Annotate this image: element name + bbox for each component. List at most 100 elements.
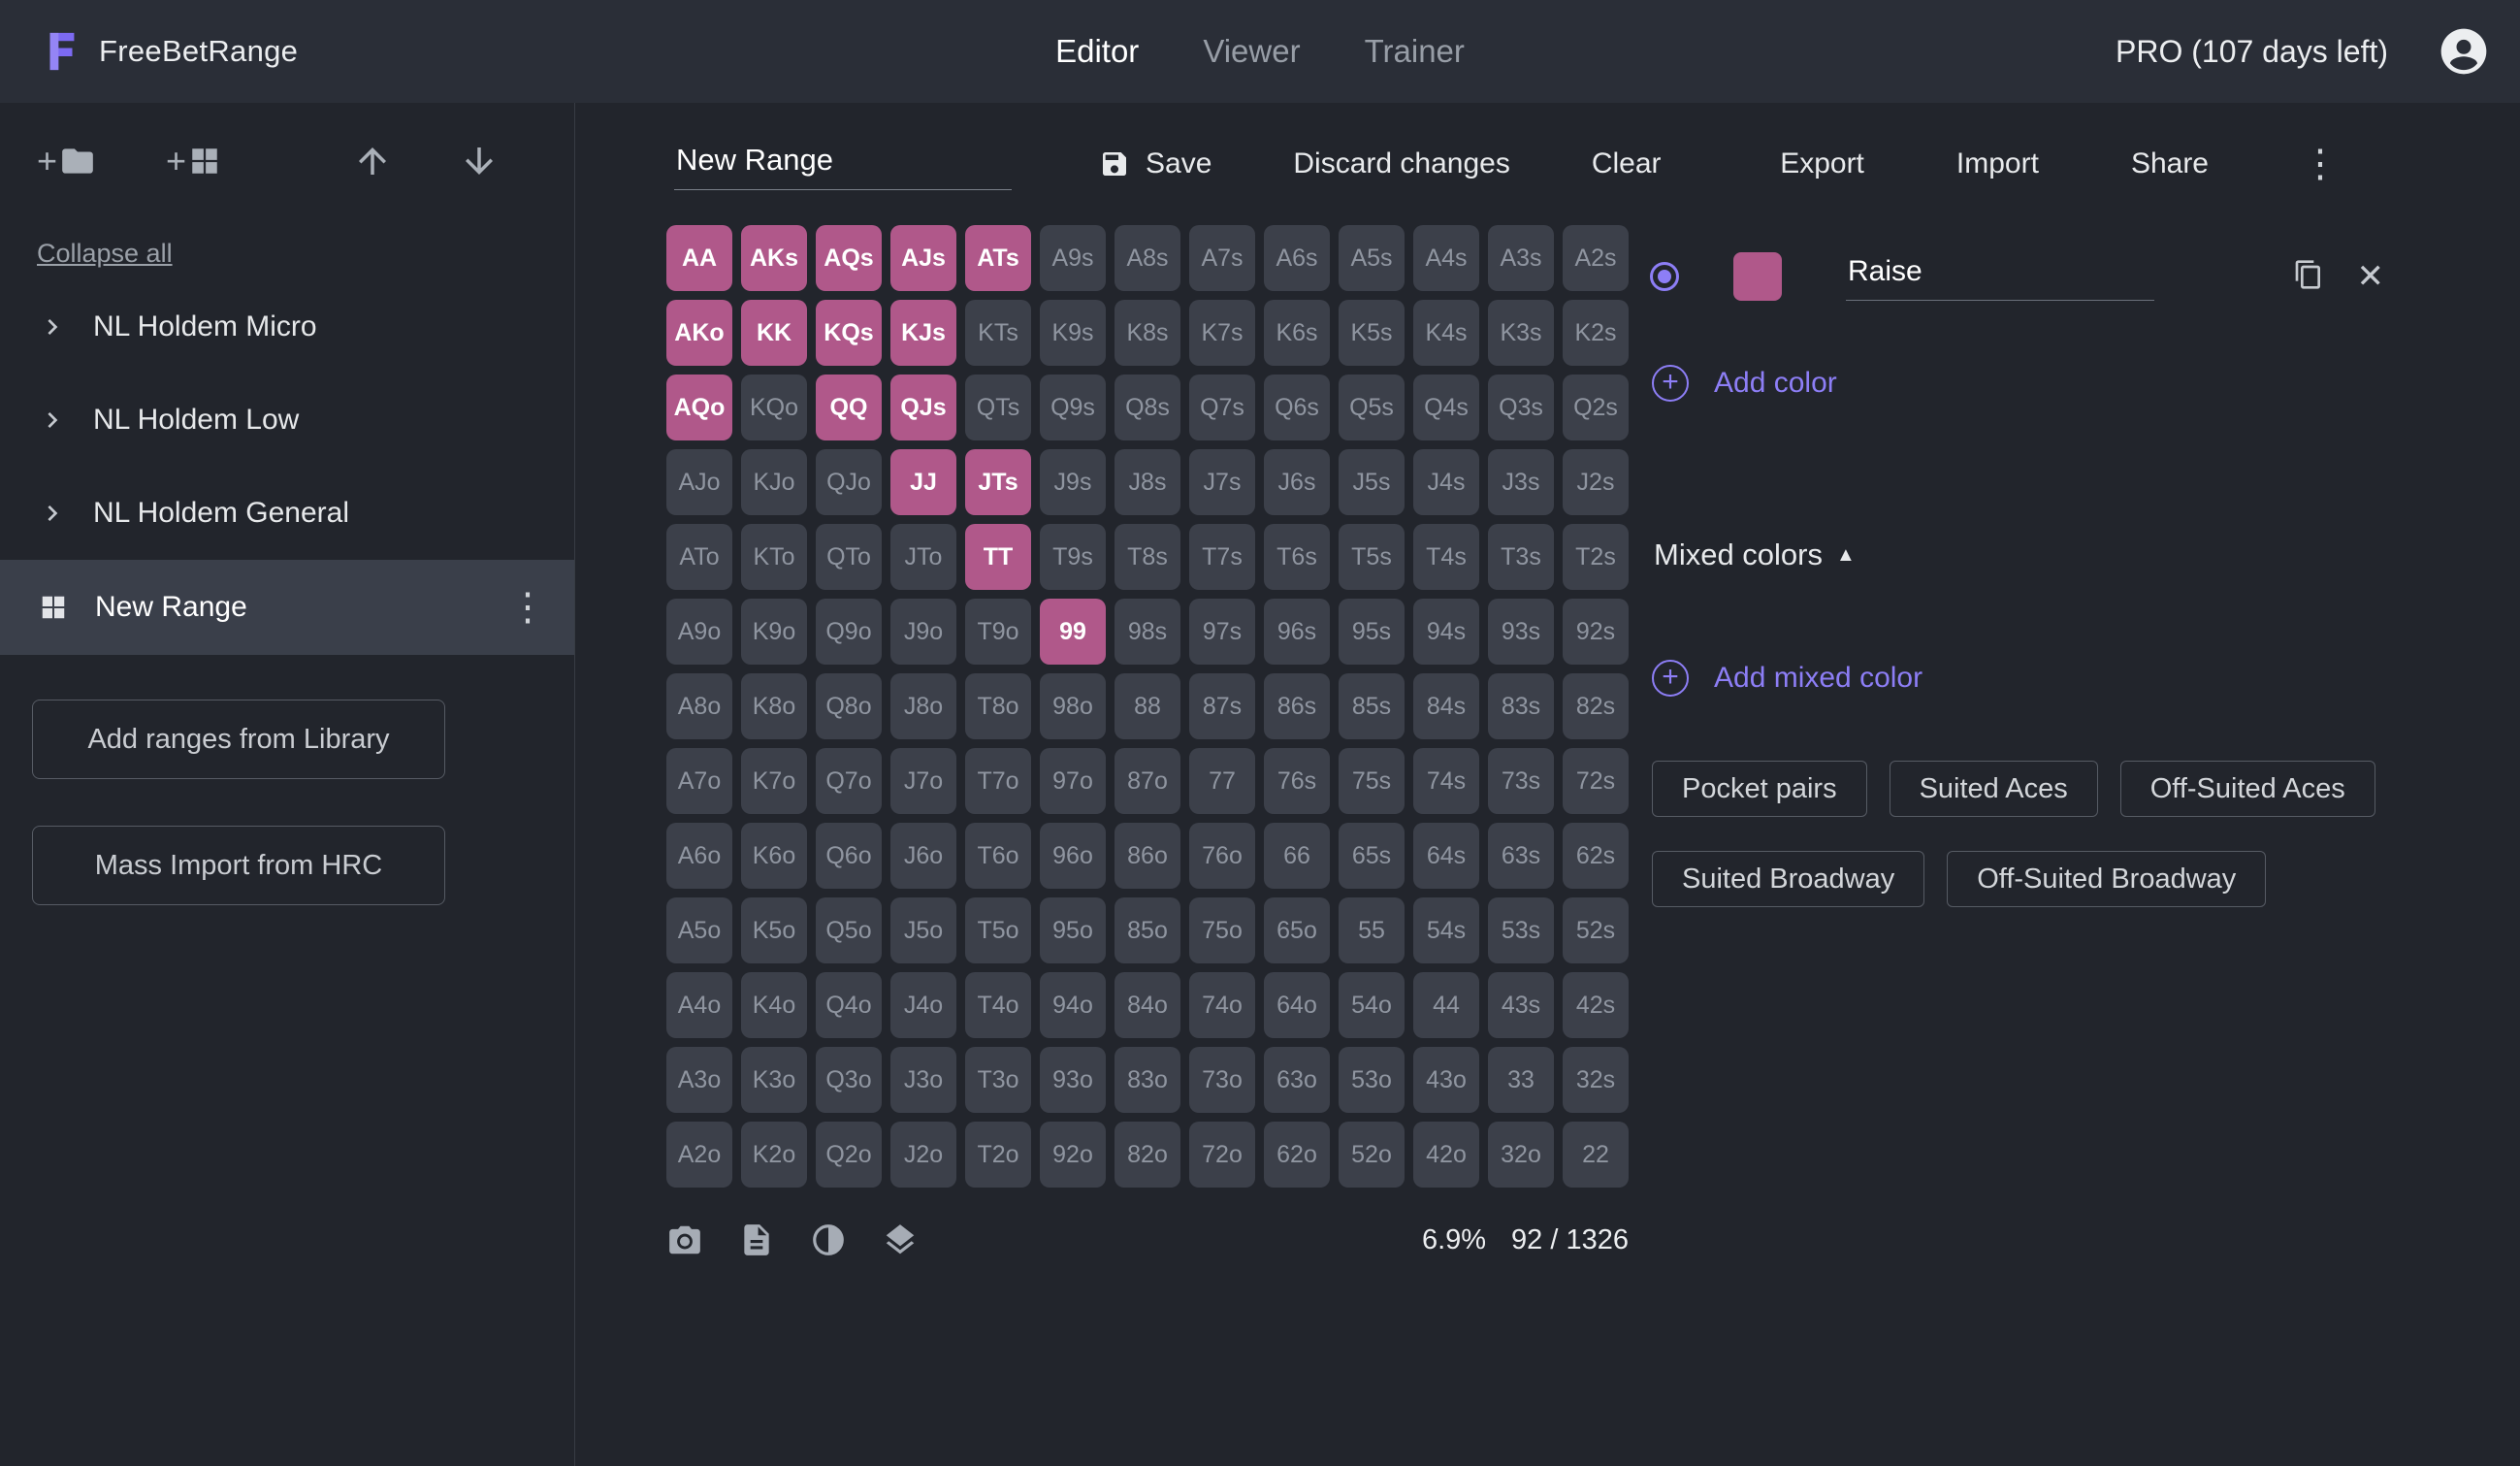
grid-cell-K2o[interactable]: K2o <box>741 1122 807 1188</box>
grid-cell-95s[interactable]: 95s <box>1339 599 1405 665</box>
grid-cell-T6o[interactable]: T6o <box>965 823 1031 889</box>
grid-cell-K3o[interactable]: K3o <box>741 1047 807 1113</box>
grid-cell-32o[interactable]: 32o <box>1488 1122 1554 1188</box>
grid-cell-66[interactable]: 66 <box>1264 823 1330 889</box>
app-logo[interactable]: FreeBetRange <box>39 29 298 74</box>
grid-cell-J3s[interactable]: J3s <box>1488 449 1554 515</box>
grid-cell-93s[interactable]: 93s <box>1488 599 1554 665</box>
color-radio[interactable] <box>1650 262 1679 291</box>
add-color-button[interactable]: + Add color <box>1642 365 2384 402</box>
move-down-button[interactable] <box>459 141 500 181</box>
grid-cell-Q7o[interactable]: Q7o <box>816 748 882 814</box>
grid-cell-T3o[interactable]: T3o <box>965 1047 1031 1113</box>
grid-cell-T8o[interactable]: T8o <box>965 673 1031 739</box>
grid-cell-97o[interactable]: 97o <box>1040 748 1106 814</box>
grid-cell-Q4o[interactable]: Q4o <box>816 972 882 1038</box>
grid-cell-Q5s[interactable]: Q5s <box>1339 375 1405 440</box>
grid-cell-65s[interactable]: 65s <box>1339 823 1405 889</box>
grid-cell-Q7s[interactable]: Q7s <box>1189 375 1255 440</box>
grid-cell-QJs[interactable]: QJs <box>890 375 956 440</box>
clear-button[interactable]: Clear <box>1592 147 1662 180</box>
grid-cell-63o[interactable]: 63o <box>1264 1047 1330 1113</box>
grid-cell-88[interactable]: 88 <box>1115 673 1180 739</box>
grid-cell-72s[interactable]: 72s <box>1563 748 1629 814</box>
grid-cell-A7o[interactable]: A7o <box>666 748 732 814</box>
grid-cell-43o[interactable]: 43o <box>1413 1047 1479 1113</box>
grid-cell-44[interactable]: 44 <box>1413 972 1479 1038</box>
grid-cell-62o[interactable]: 62o <box>1264 1122 1330 1188</box>
grid-cell-KTs[interactable]: KTs <box>965 300 1031 366</box>
grid-cell-Q3o[interactable]: Q3o <box>816 1047 882 1113</box>
range-name-input[interactable] <box>674 139 1012 190</box>
grid-cell-65o[interactable]: 65o <box>1264 897 1330 963</box>
grid-cell-T2s[interactable]: T2s <box>1563 524 1629 590</box>
grid-cell-Q9s[interactable]: Q9s <box>1040 375 1106 440</box>
grid-cell-73o[interactable]: 73o <box>1189 1047 1255 1113</box>
grid-cell-T7o[interactable]: T7o <box>965 748 1031 814</box>
toolbar-menu-button[interactable]: ⋮ <box>2301 142 2340 186</box>
grid-cell-A3o[interactable]: A3o <box>666 1047 732 1113</box>
grid-cell-A6s[interactable]: A6s <box>1264 225 1330 291</box>
grid-cell-JTs[interactable]: JTs <box>965 449 1031 515</box>
mixed-colors-toggle[interactable]: Mixed colors ▲ <box>1642 538 2384 572</box>
grid-cell-T4o[interactable]: T4o <box>965 972 1031 1038</box>
preset-off-suited-aces[interactable]: Off-Suited Aces <box>2120 761 2375 817</box>
grid-cell-AA[interactable]: AA <box>666 225 732 291</box>
grid-cell-KJo[interactable]: KJo <box>741 449 807 515</box>
grid-cell-42s[interactable]: 42s <box>1563 972 1629 1038</box>
grid-cell-J6s[interactable]: J6s <box>1264 449 1330 515</box>
grid-cell-83s[interactable]: 83s <box>1488 673 1554 739</box>
grid-cell-94o[interactable]: 94o <box>1040 972 1106 1038</box>
grid-cell-K7o[interactable]: K7o <box>741 748 807 814</box>
grid-cell-T6s[interactable]: T6s <box>1264 524 1330 590</box>
grid-cell-A3s[interactable]: A3s <box>1488 225 1554 291</box>
grid-cell-64o[interactable]: 64o <box>1264 972 1330 1038</box>
tree-item-nl-holdem-low[interactable]: NL Holdem Low <box>0 374 574 467</box>
grid-cell-87o[interactable]: 87o <box>1115 748 1180 814</box>
grid-cell-A9s[interactable]: A9s <box>1040 225 1106 291</box>
grid-cell-J3o[interactable]: J3o <box>890 1047 956 1113</box>
remove-color-button[interactable]: ✕ <box>2357 260 2385 293</box>
grid-cell-A6o[interactable]: A6o <box>666 823 732 889</box>
grid-cell-75o[interactable]: 75o <box>1189 897 1255 963</box>
collapse-all-link[interactable]: Collapse all <box>37 239 173 269</box>
grid-cell-QTo[interactable]: QTo <box>816 524 882 590</box>
grid-cell-KTo[interactable]: KTo <box>741 524 807 590</box>
grid-cell-Q9o[interactable]: Q9o <box>816 599 882 665</box>
grid-cell-T2o[interactable]: T2o <box>965 1122 1031 1188</box>
grid-cell-95o[interactable]: 95o <box>1040 897 1106 963</box>
grid-cell-86s[interactable]: 86s <box>1264 673 1330 739</box>
grid-cell-T3s[interactable]: T3s <box>1488 524 1554 590</box>
grid-cell-Q8s[interactable]: Q8s <box>1115 375 1180 440</box>
grid-cell-ATs[interactable]: ATs <box>965 225 1031 291</box>
grid-cell-K5s[interactable]: K5s <box>1339 300 1405 366</box>
grid-cell-76o[interactable]: 76o <box>1189 823 1255 889</box>
grid-cell-J5o[interactable]: J5o <box>890 897 956 963</box>
grid-cell-73s[interactable]: 73s <box>1488 748 1554 814</box>
grid-cell-J5s[interactable]: J5s <box>1339 449 1405 515</box>
grid-cell-J8o[interactable]: J8o <box>890 673 956 739</box>
tab-editor[interactable]: Editor <box>1055 33 1139 70</box>
grid-cell-A8s[interactable]: A8s <box>1115 225 1180 291</box>
grid-cell-KJs[interactable]: KJs <box>890 300 956 366</box>
grid-cell-76s[interactable]: 76s <box>1264 748 1330 814</box>
grid-cell-K4s[interactable]: K4s <box>1413 300 1479 366</box>
grid-cell-J2s[interactable]: J2s <box>1563 449 1629 515</box>
grid-cell-22[interactable]: 22 <box>1563 1122 1629 1188</box>
grid-cell-AJs[interactable]: AJs <box>890 225 956 291</box>
grid-cell-QJo[interactable]: QJo <box>816 449 882 515</box>
grid-cell-T9o[interactable]: T9o <box>965 599 1031 665</box>
import-button[interactable]: Import <box>1956 147 2039 180</box>
grid-cell-ATo[interactable]: ATo <box>666 524 732 590</box>
screenshot-button[interactable] <box>666 1222 703 1258</box>
grid-cell-82o[interactable]: 82o <box>1115 1122 1180 1188</box>
mass-import-from-hrc-button[interactable]: Mass Import from HRC <box>32 826 445 905</box>
grid-cell-74o[interactable]: 74o <box>1189 972 1255 1038</box>
contrast-button[interactable] <box>810 1222 847 1258</box>
grid-cell-AKs[interactable]: AKs <box>741 225 807 291</box>
grid-cell-J2o[interactable]: J2o <box>890 1122 956 1188</box>
save-button[interactable]: Save <box>1099 147 1212 180</box>
grid-cell-J7s[interactable]: J7s <box>1189 449 1255 515</box>
add-mixed-color-button[interactable]: + Add mixed color <box>1642 660 2384 697</box>
grid-cell-K4o[interactable]: K4o <box>741 972 807 1038</box>
